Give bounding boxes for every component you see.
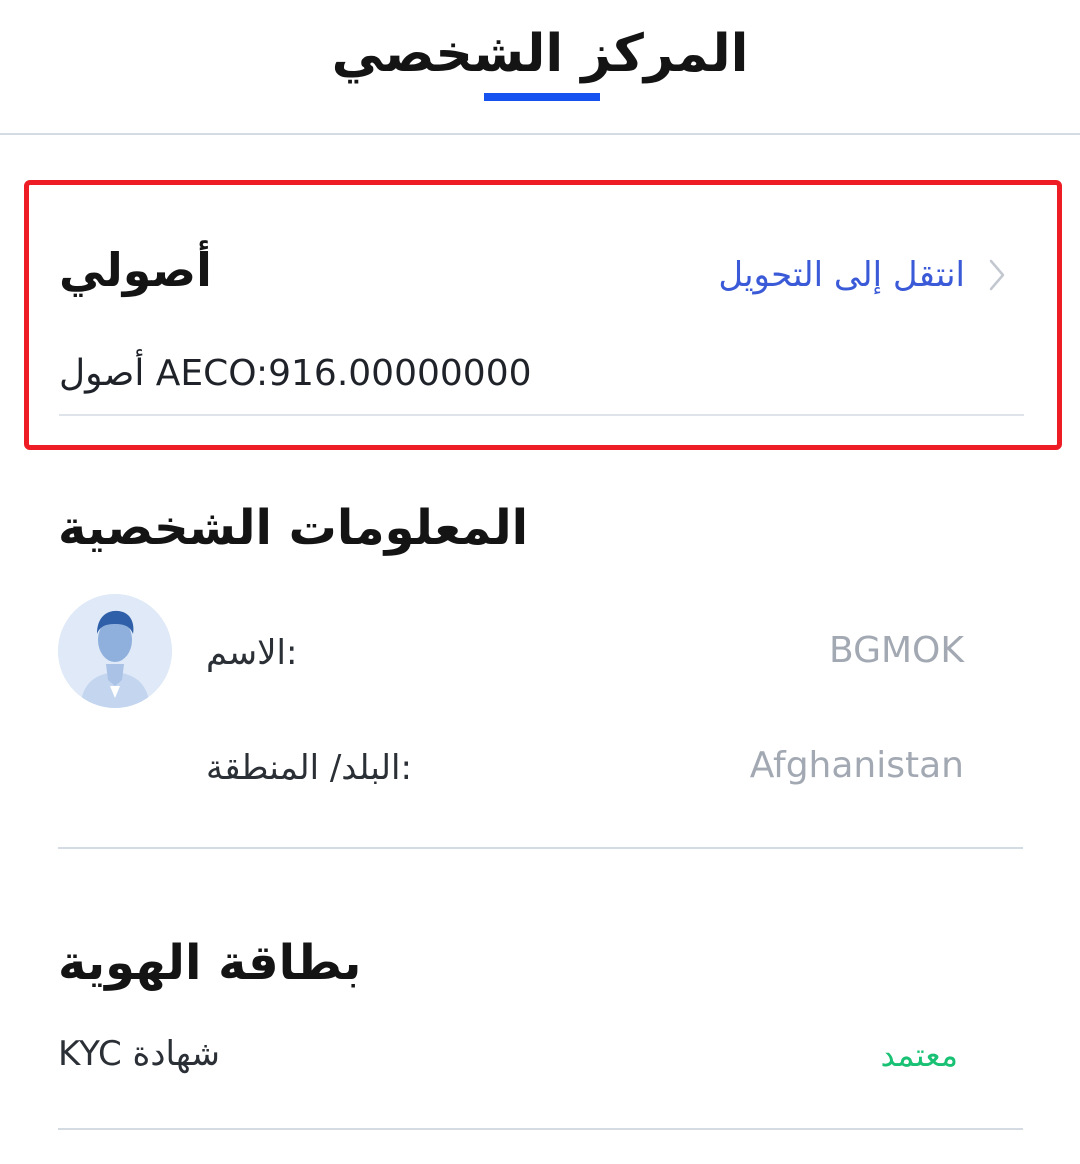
assets-amount-value: AECO:916.00000000 (155, 353, 532, 394)
active-tab-indicator (484, 93, 600, 101)
assets-amount-suffix: أصول (59, 353, 145, 394)
transfer-link-label: انتقل إلى التحويل (718, 255, 965, 295)
name-value: BGMOK (829, 630, 964, 671)
divider (58, 847, 1023, 849)
assets-balance: أصول AECO:916.00000000 (59, 353, 532, 394)
divider (59, 414, 1024, 416)
user-avatar-icon (58, 594, 172, 708)
country-region-value: Afghanistan (749, 745, 964, 786)
name-label: :الاسم (206, 633, 298, 673)
tab-personal-center[interactable]: المركز الشخصي (330, 22, 750, 135)
id-card-title: بطاقة الهوية (58, 935, 362, 991)
personal-center-page: المركز الشخصي أصولي انتقل إلى التحويل أص… (0, 0, 1080, 1164)
tab-label: المركز الشخصي (331, 24, 749, 84)
kyc-certification-label: KYC شهادة (58, 1034, 221, 1074)
go-to-transfer-link[interactable]: انتقل إلى التحويل (718, 255, 1007, 295)
country-region-label: :البلد/ المنطقة (206, 748, 412, 788)
kyc-status-badge: معتمد (880, 1036, 958, 1074)
header: المركز الشخصي (0, 0, 1080, 135)
divider (58, 1128, 1023, 1130)
assets-title: أصولي (59, 243, 212, 297)
my-assets-card: أصولي انتقل إلى التحويل أصول AECO:916.00… (24, 180, 1062, 450)
personal-info-title: المعلومات الشخصية (58, 500, 529, 556)
chevron-right-icon (987, 257, 1007, 293)
